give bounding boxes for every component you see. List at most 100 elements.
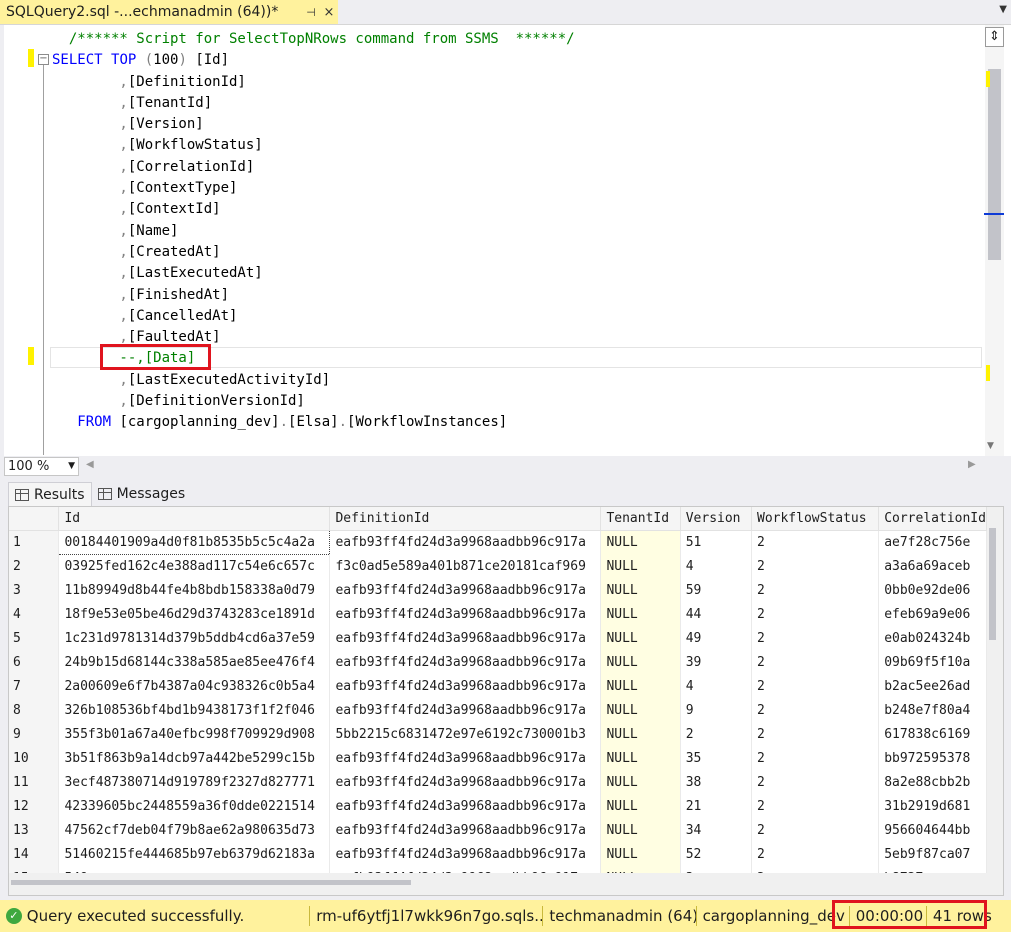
- table-cell[interactable]: 42339605bc2448559a36f0dde0221514: [58, 794, 331, 818]
- table-cell[interactable]: eafb93ff4fd24d3a9968aadbb96c917a: [329, 602, 602, 626]
- table-cell[interactable]: 2: [751, 866, 880, 873]
- column-header[interactable]: DefinitionId: [329, 507, 602, 531]
- code-line[interactable]: ,[Name]: [52, 221, 575, 242]
- table-row[interactable]: 2 03925fed162c4e388ad117c54e6c657c f3c0ad5…: [9, 554, 987, 578]
- table-cell[interactable]: NULL: [600, 746, 681, 770]
- table-cell[interactable]: 35: [680, 746, 753, 770]
- sql-code[interactable]: /****** Script for SelectTopNRows comman…: [52, 29, 575, 434]
- table-cell[interactable]: 24b9b15d68144c338a585ae85ee476f4: [58, 650, 331, 674]
- row-number-header[interactable]: [9, 507, 60, 531]
- column-header[interactable]: Version: [680, 507, 753, 531]
- table-row[interactable]: 3 11b89949d8b44fe4b8bdb158338a0d79 eafb93f…: [9, 578, 987, 602]
- table-cell[interactable]: eafb93ff4fd24d3a9968aadbb96c917a: [329, 578, 602, 602]
- zoom-select[interactable]: 100 % ▼: [4, 457, 79, 476]
- table-cell[interactable]: 11b89949d8b44fe4b8bdb158338a0d79: [58, 578, 331, 602]
- table-cell[interactable]: 3b51f863b9a14dcb97a442be5299c15b: [58, 746, 331, 770]
- code-line[interactable]: ,[ContextId]: [52, 199, 575, 220]
- row-number[interactable]: 9: [9, 722, 60, 746]
- code-line[interactable]: ,[TenantId]: [52, 93, 575, 114]
- table-cell[interactable]: NULL: [600, 698, 681, 722]
- table-cell[interactable]: eafb93ff4fd24d3a9968aadbb96c917a: [329, 626, 602, 650]
- table-cell[interactable]: 39: [680, 650, 753, 674]
- code-line[interactable]: ,[ContextType]: [52, 178, 575, 199]
- tab-messages[interactable]: Messages: [92, 482, 192, 506]
- table-row[interactable]: 4 18f9e53e05be46d29d3743283ce1891d eafb93f…: [9, 602, 987, 626]
- table-row[interactable]: 14 51460215fe444685b97eb6379d62183a eafb93…: [9, 842, 987, 866]
- table-cell[interactable]: 2: [751, 578, 880, 602]
- table-cell[interactable]: 3ecf487380714d919789f2327d827771: [58, 770, 331, 794]
- table-cell[interactable]: 31b2919d681: [878, 794, 987, 818]
- table-row[interactable]: 12 42339605bc2448559a36f0dde0221514 eafb93…: [9, 794, 987, 818]
- table-row[interactable]: 15549c...eafb93ff4fd24d3a9968aadbb96c917…: [9, 866, 987, 873]
- table-cell[interactable]: 617838c6169: [878, 722, 987, 746]
- table-row[interactable]: 11 3ecf487380714d919789f2327d827771 eafb93…: [9, 770, 987, 794]
- table-cell[interactable]: 2: [751, 674, 880, 698]
- table-cell[interactable]: eafb93ff4fd24d3a9968aadbb96c917a: [329, 842, 602, 866]
- table-cell[interactable]: NULL: [600, 530, 681, 554]
- table-row[interactable]: 7 2a00609e6f7b4387a04c938326c0b5a4 eafb93f…: [9, 674, 987, 698]
- tab-results[interactable]: Results: [8, 482, 92, 506]
- scroll-down-icon[interactable]: ▼: [987, 441, 994, 451]
- table-cell[interactable]: 2: [751, 602, 880, 626]
- row-number[interactable]: 14: [9, 842, 60, 866]
- code-line[interactable]: ,[LastExecutedActivityId]: [52, 370, 575, 391]
- table-row[interactable]: 13 47562cf7deb04f79b8ae62a980635d73 eafb93…: [9, 818, 987, 842]
- table-cell[interactable]: 52: [680, 842, 753, 866]
- table-cell[interactable]: 59: [680, 578, 753, 602]
- table-row[interactable]: 9 355f3b01a67a40efbc998f709929d908 5bb2215…: [9, 722, 987, 746]
- collapse-icon[interactable]: −: [38, 54, 49, 65]
- table-cell[interactable]: NULL: [600, 818, 681, 842]
- table-cell[interactable]: NULL: [600, 794, 681, 818]
- row-number[interactable]: 10: [9, 746, 60, 770]
- table-cell[interactable]: 0bb0e92de06: [878, 578, 987, 602]
- table-cell[interactable]: ae7f28c756e: [878, 530, 987, 554]
- table-cell[interactable]: b248e7f80a4: [878, 698, 987, 722]
- table-cell[interactable]: 21: [680, 794, 753, 818]
- column-header[interactable]: CorrelationId: [878, 507, 987, 531]
- table-cell[interactable]: 44: [680, 602, 753, 626]
- table-cell[interactable]: eafb93ff4fd24d3a9968aadbb96c917a: [329, 698, 602, 722]
- table-cell[interactable]: 5bb2215c6831472e97e6192c730001b3: [329, 722, 602, 746]
- table-cell[interactable]: eafb93ff4fd24d3a9968aadbb96c917a: [329, 746, 602, 770]
- query-editor[interactable]: − /****** Script for SelectTopNRows comm…: [0, 24, 1011, 457]
- code-line[interactable]: ,[WorkflowStatus]: [52, 135, 575, 156]
- code-line[interactable]: /****** Script for SelectTopNRows comman…: [52, 29, 575, 50]
- table-cell[interactable]: 2: [751, 818, 880, 842]
- close-icon[interactable]: ×: [320, 5, 338, 20]
- table-cell[interactable]: 51460215fe444685b97eb6379d62183a: [58, 842, 331, 866]
- table-cell[interactable]: a3a6a69aceb: [878, 554, 987, 578]
- table-cell[interactable]: eafb93ff4fd24d3a9968aadbb96c917a: [329, 650, 602, 674]
- table-cell[interactable]: b2ac5ee26ad: [878, 674, 987, 698]
- table-cell[interactable]: 5eb9f87ca07: [878, 842, 987, 866]
- table-cell[interactable]: 2: [751, 722, 880, 746]
- code-line[interactable]: FROM [cargoplanning_dev].[Elsa].[Workflo…: [52, 412, 575, 433]
- row-number[interactable]: 11: [9, 770, 60, 794]
- table-cell[interactable]: 4: [680, 554, 753, 578]
- table-cell[interactable]: eafb93ff4fd24d3a9968aadbb96c917a: [329, 866, 602, 873]
- grid-horizontal-scrollbar[interactable]: [9, 873, 1003, 895]
- table-cell[interactable]: 2: [751, 554, 880, 578]
- code-line[interactable]: ,[FinishedAt]: [52, 285, 575, 306]
- table-cell[interactable]: 00184401909a4d0f81b8535b5c5c4a2a: [58, 529, 331, 555]
- scroll-left-icon[interactable]: ◀: [86, 459, 94, 470]
- grid-scroll-thumb[interactable]: [989, 528, 996, 640]
- table-row[interactable]: 10 3b51f863b9a14dcb97a442be5299c15b eafb93…: [9, 746, 987, 770]
- table-cell[interactable]: 2: [751, 626, 880, 650]
- tab-sqlquery2[interactable]: SQLQuery2.sql -...echmanadmin (64))* ⊣ ×: [0, 0, 338, 24]
- pin-icon[interactable]: ⊣: [302, 6, 320, 19]
- editor-horizontal-scrollbar[interactable]: ◀ ▶: [84, 458, 982, 476]
- table-row[interactable]: 5 1c231d9781314d379b5ddb4cd6a37e59 eafb93f…: [9, 626, 987, 650]
- code-line[interactable]: ,[DefinitionVersionId]: [52, 391, 575, 412]
- row-number[interactable]: 6: [9, 650, 60, 674]
- code-line[interactable]: ,[LastExecutedAt]: [52, 263, 575, 284]
- editor-scroll-thumb[interactable]: [988, 69, 1001, 260]
- table-cell[interactable]: 2: [751, 794, 880, 818]
- table-cell[interactable]: 2a00609e6f7b4387a04c938326c0b5a4: [58, 674, 331, 698]
- table-cell[interactable]: NULL: [600, 770, 681, 794]
- row-number[interactable]: 15: [9, 866, 60, 873]
- table-cell[interactable]: f3c0ad5e589a401b871ce20181caf969: [329, 554, 602, 578]
- grid-hscroll-thumb[interactable]: [11, 880, 411, 885]
- results-grid[interactable]: Id DefinitionId TenantId Version WorkflowSta…: [8, 506, 1004, 896]
- table-cell[interactable]: eafb93ff4fd24d3a9968aadbb96c917a: [329, 818, 602, 842]
- row-number[interactable]: 3: [9, 578, 60, 602]
